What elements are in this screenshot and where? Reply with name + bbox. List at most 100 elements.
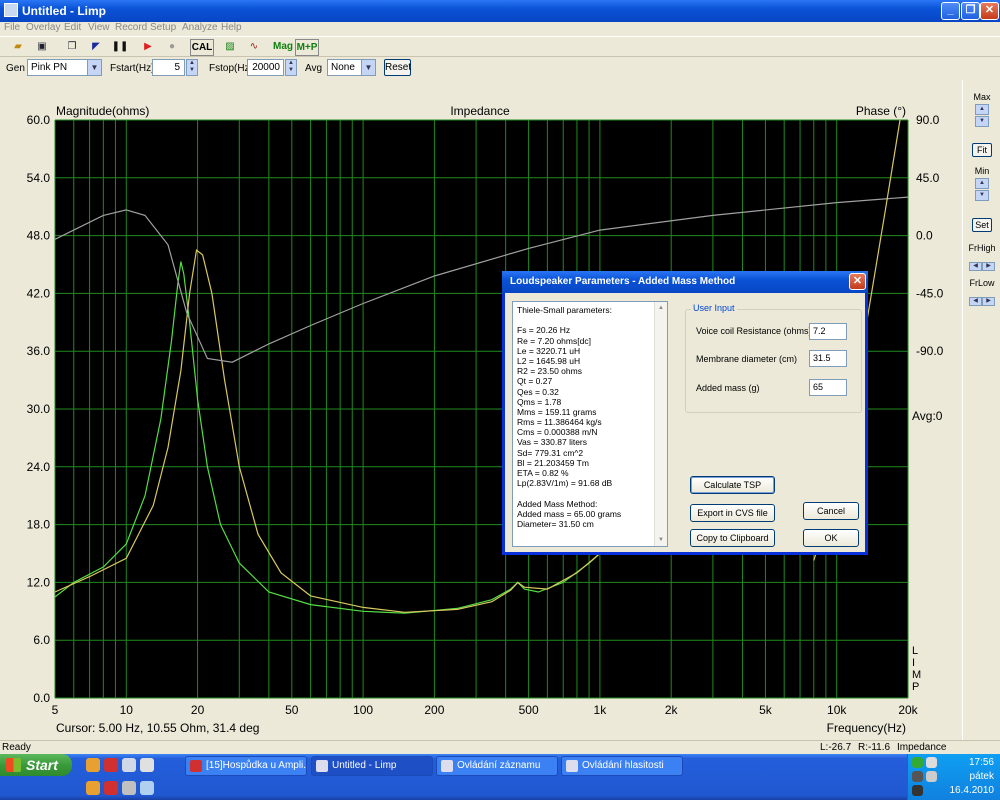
menu-analyze[interactable]: Analyze xyxy=(182,22,218,33)
min-down-button[interactable]: ▼ xyxy=(975,190,989,201)
tsp-line: Lp(2.83V/1m) = 91.68 dB xyxy=(517,478,613,489)
record-icon[interactable]: ● xyxy=(162,39,182,56)
network-icon[interactable] xyxy=(912,757,923,768)
user-input-group: User Input Voice coil Resistance (ohms) … xyxy=(685,303,862,413)
tsp-line: Added Mass Method: xyxy=(517,498,598,509)
fstart-spinner[interactable]: ▲ ▼ xyxy=(186,59,198,76)
task-limp[interactable]: Untitled - Limp xyxy=(311,756,433,776)
menu-view[interactable]: View xyxy=(88,22,110,33)
tsp-line: R2 = 23.50 ohms xyxy=(517,366,582,377)
app-icon[interactable] xyxy=(4,3,18,17)
quicklaunch-firefox-2-icon[interactable] xyxy=(86,781,100,795)
task-hospudka[interactable]: [15]Hospůdka u Ampli... xyxy=(185,756,307,776)
open-folder-icon[interactable]: ▰ xyxy=(8,39,28,56)
menu-record[interactable]: Record xyxy=(115,22,147,33)
phase-tick-label: 0.0 xyxy=(916,229,933,243)
menu-file[interactable]: File xyxy=(4,22,20,33)
fit-button[interactable]: Fit xyxy=(972,143,992,157)
quicklaunch-firefox-icon[interactable] xyxy=(86,758,100,772)
taskbar: Start [15]Hospůdka u Ampli... Untitled -… xyxy=(0,754,1000,800)
frhigh-label: FrHigh xyxy=(968,243,996,253)
magnitude-tick-label: 12.0 xyxy=(27,575,51,589)
set-button[interactable]: Set xyxy=(972,218,992,232)
speaker-icon[interactable] xyxy=(926,771,937,782)
voice-coil-input[interactable]: 7.2 xyxy=(809,323,847,340)
quicklaunch-app-icon[interactable] xyxy=(140,758,154,772)
fstart-input[interactable]: 5 xyxy=(152,59,185,76)
quicklaunch-tool-icon[interactable] xyxy=(122,781,136,795)
mag-button[interactable]: Mag xyxy=(271,39,295,56)
avg-select[interactable]: None ▼ xyxy=(327,59,376,76)
frequency-tick-label: 100 xyxy=(353,703,373,717)
status-bar: Ready L:-26.7 R:-11.6 Impedance Measurem… xyxy=(0,740,1000,764)
frhigh-stepper[interactable]: ◀ ▶ xyxy=(969,258,997,271)
tsp-scrollbar[interactable]: ▲ ▼ xyxy=(654,302,667,546)
magnitude-tick-label: 6.0 xyxy=(33,633,50,647)
wave-icon[interactable]: ∿ xyxy=(244,39,264,56)
pattern-icon[interactable]: ▨ xyxy=(220,39,240,56)
quicklaunch-opera-2-icon[interactable] xyxy=(104,781,118,795)
fstop-spinner[interactable]: ▲ ▼ xyxy=(285,59,297,76)
minimize-button[interactable]: _ xyxy=(941,2,960,20)
limp-label-l: L xyxy=(912,645,918,657)
export-csv-button[interactable]: Export in CVS file xyxy=(690,504,775,522)
copy-to-clipboard-button[interactable]: Copy to Clipboard xyxy=(690,529,775,547)
tsp-line xyxy=(517,488,667,498)
close-button[interactable]: ✕ xyxy=(980,2,999,20)
quicklaunch-document-icon[interactable] xyxy=(122,758,136,772)
dialog-close-button[interactable]: ✕ xyxy=(849,273,866,290)
restore-button[interactable]: ❐ xyxy=(961,2,980,20)
quicklaunch-opera-icon[interactable] xyxy=(104,758,118,772)
chevron-down-icon[interactable]: ▼ xyxy=(361,60,375,75)
device-icon[interactable] xyxy=(912,785,923,796)
avg-label: Avg xyxy=(305,63,323,74)
copy-icon[interactable]: ❐ xyxy=(62,39,82,56)
tsp-line xyxy=(517,315,667,325)
flag-icon[interactable]: ◤ xyxy=(86,39,106,56)
quicklaunch-disc-icon[interactable] xyxy=(140,781,154,795)
tsp-line: Rms = 11.386464 kg/s xyxy=(517,417,602,428)
monitor-icon[interactable] xyxy=(912,771,923,782)
phase-tick-label: -45.0 xyxy=(916,286,944,300)
save-icon[interactable]: ▣ xyxy=(32,39,52,56)
added-mass-input[interactable]: 65 xyxy=(809,379,847,396)
calculate-tsp-button[interactable]: Calculate TSP xyxy=(690,476,775,494)
tsp-line: Fs = 20.26 Hz xyxy=(517,325,571,336)
start-button[interactable]: Start xyxy=(0,754,72,776)
menu-overlay[interactable]: Overlay xyxy=(26,22,60,33)
generator-select[interactable]: Pink PN ▼ xyxy=(27,59,102,76)
menu-help[interactable]: Help xyxy=(221,22,242,33)
menu-edit[interactable]: Edit xyxy=(64,22,81,33)
frlow-stepper[interactable]: ◀ ▶ xyxy=(969,293,997,306)
scroll-up-icon[interactable]: ▲ xyxy=(655,302,667,314)
magnitude-tick-label: 18.0 xyxy=(27,518,51,532)
max-label: Max xyxy=(973,92,991,102)
clock-time[interactable]: 17:56 xyxy=(969,757,994,768)
task-recording-control[interactable]: Ovládání záznamu xyxy=(436,756,558,776)
magnitude-tick-label: 48.0 xyxy=(27,229,51,243)
mail-icon[interactable] xyxy=(926,757,937,768)
menu-setup[interactable]: Setup xyxy=(150,22,176,33)
cancel-button[interactable]: Cancel xyxy=(803,502,859,520)
chevron-down-icon[interactable]: ▼ xyxy=(87,60,101,75)
start-label: Start xyxy=(26,757,58,773)
play-icon[interactable]: ▶ xyxy=(138,39,158,56)
tsp-line: Mms = 159.11 grams xyxy=(517,406,597,417)
mp-button[interactable]: M+P xyxy=(295,39,319,56)
min-up-button[interactable]: ▲ xyxy=(975,178,989,189)
reset-button[interactable]: Reset xyxy=(384,59,411,76)
cal-button[interactable]: CAL xyxy=(190,39,214,56)
tsp-line: Qes = 0.32 xyxy=(517,386,559,397)
scroll-down-icon[interactable]: ▼ xyxy=(655,534,667,546)
task-volume-control[interactable]: Ovládání hlasitosti xyxy=(561,756,683,776)
user-input-legend: User Input xyxy=(691,303,737,313)
tsp-line: Added mass = 65.00 grams xyxy=(517,508,622,519)
pause-icon[interactable]: ❚❚ xyxy=(110,39,130,56)
ok-button[interactable]: OK xyxy=(803,529,859,547)
tsp-results-list[interactable]: Thiele-Small parameters: Fs = 20.26 Hz Re … xyxy=(512,301,668,547)
dialog-title-bar: Loudspeaker Parameters - Added Mass Meth… xyxy=(502,271,868,293)
max-up-button[interactable]: ▲ xyxy=(975,104,989,115)
fstop-input[interactable]: 20000 xyxy=(247,59,284,76)
max-down-button[interactable]: ▼ xyxy=(975,116,989,127)
membrane-diameter-input[interactable]: 31.5 xyxy=(809,350,847,367)
